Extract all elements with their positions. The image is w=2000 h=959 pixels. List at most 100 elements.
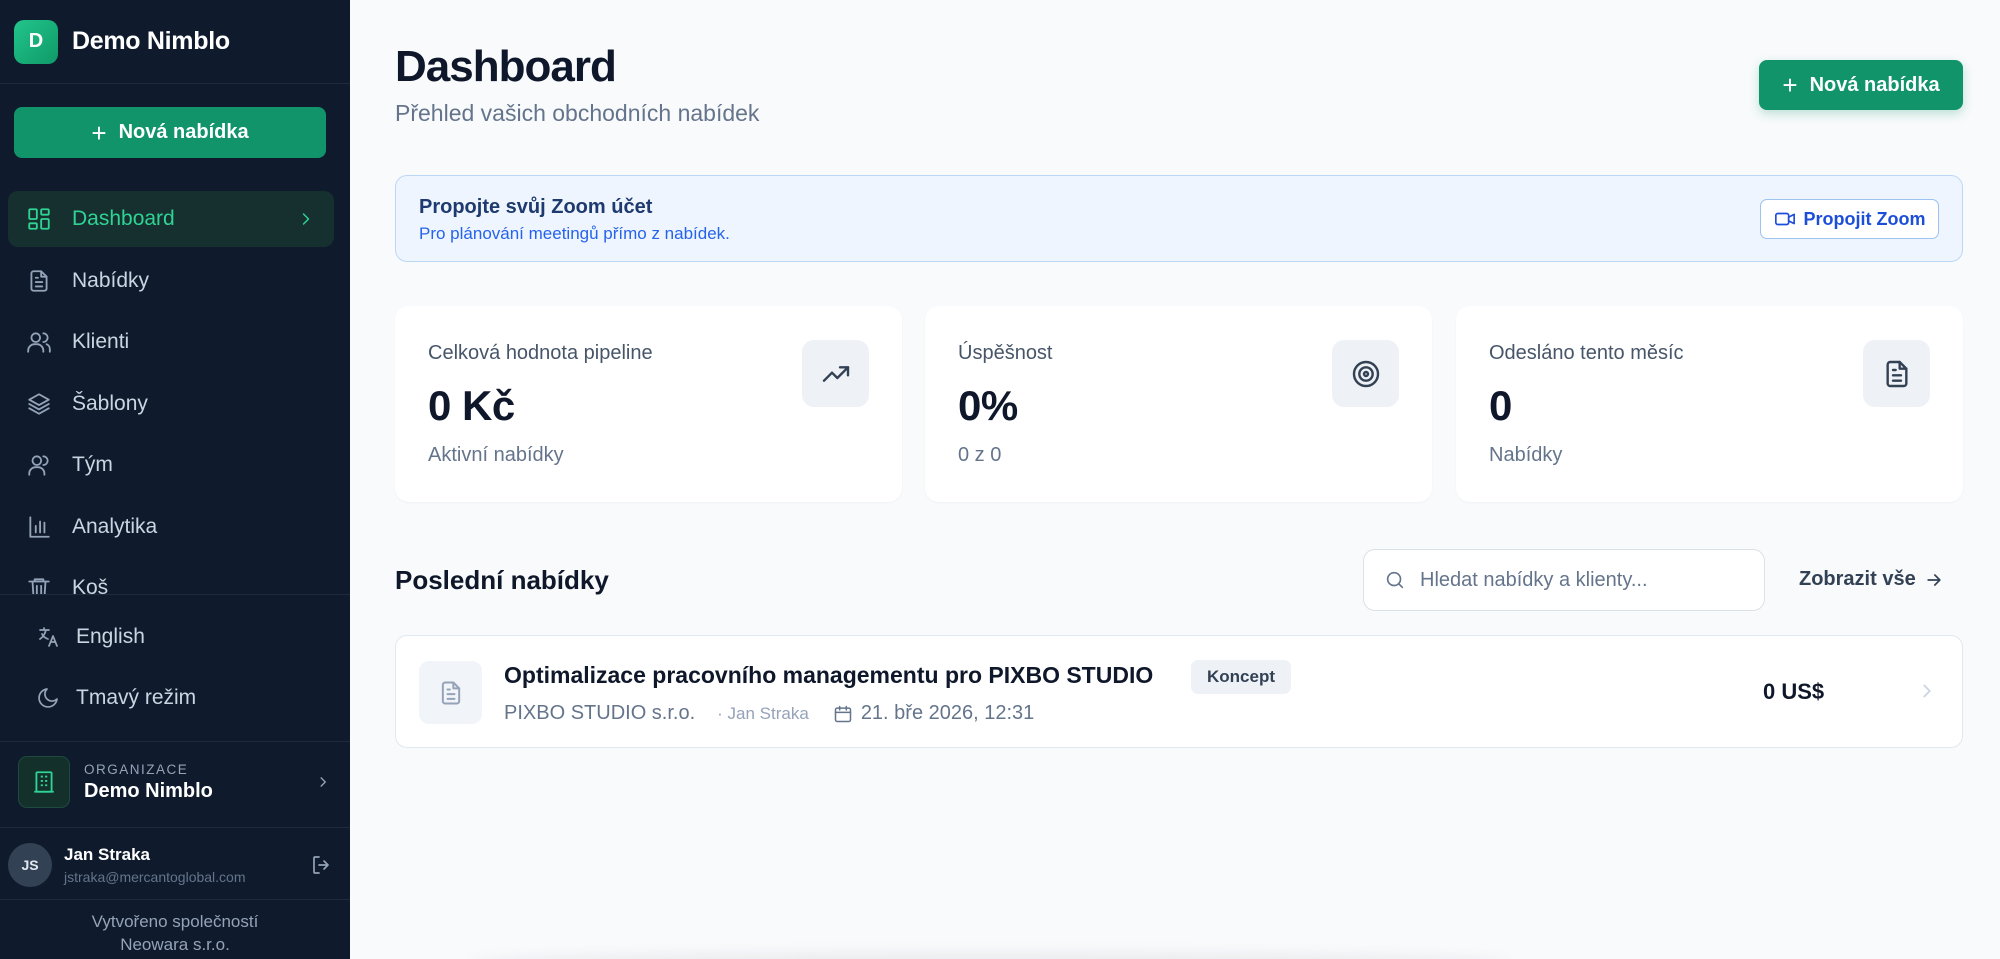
stat-note: Aktivní nabídky	[428, 444, 564, 466]
sidebar-new-offer-button[interactable]: + Nová nabídka	[14, 107, 326, 158]
stat-label: Úspěšnost	[958, 342, 1053, 364]
organization-name: Demo Nimblo	[84, 779, 213, 802]
brand-logo: D	[14, 19, 58, 64]
offer-row[interactable]: Optimalizace pracovního managementu pro …	[395, 635, 1963, 748]
organization-caption: ORGANIZACE	[84, 761, 189, 777]
offer-date: 21. bře 2026, 12:31	[833, 702, 1034, 725]
stat-label: Celková hodnota pipeline	[428, 342, 653, 364]
offer-title: Optimalizace pracovního managementu pro …	[504, 662, 1154, 688]
sidebar: D Demo Nimblo + Nová nabídka Dashboard N…	[0, 0, 350, 959]
view-all-label: Zobrazit vše	[1799, 568, 1916, 590]
stat-note: 0 z 0	[958, 444, 1002, 466]
offer-price: 0 US$	[1763, 679, 1825, 704]
plus-icon: +	[1782, 70, 1798, 100]
offer-client: PIXBO STUDIO s.r.o.	[504, 702, 696, 724]
chevron-right-icon	[1923, 684, 1931, 698]
offer-author: · Jan Straka	[717, 703, 809, 723]
team-icon	[28, 455, 49, 476]
credit: Vytvořeno společností Neowara s.r.o.	[0, 910, 350, 956]
offer-meta: PIXBO STUDIO s.r.o. · Jan Straka 21. bře…	[504, 702, 1034, 725]
calendar-icon	[834, 705, 852, 722]
sidebar-new-offer-label: Nová nabídka	[118, 121, 249, 143]
users-icon	[27, 332, 51, 353]
dark-mode-label: Tmavý režim	[76, 686, 197, 709]
target-icon	[1332, 340, 1399, 407]
chevron-right-icon	[320, 777, 327, 787]
language-label: English	[76, 625, 145, 648]
stat-value: 0 Kč	[428, 382, 515, 429]
sidebar-divider	[0, 594, 350, 595]
page-subtitle: Přehled vašich obchodních nabídek	[395, 100, 760, 126]
sidebar-item-analytika[interactable]: Analytika	[8, 499, 334, 555]
arrow-right-icon	[1927, 573, 1941, 586]
zoom-banner: Propojte svůj Zoom účet Pro plánování me…	[395, 175, 1963, 262]
document-icon	[30, 269, 48, 292]
stat-label: Odesláno tento měsíc	[1489, 342, 1684, 364]
sidebar-item-label: Dashboard	[72, 207, 175, 230]
logout-icon[interactable]	[310, 853, 334, 877]
stat-value: 0%	[958, 382, 1018, 429]
search-icon	[1386, 571, 1404, 589]
sidebar-item-label: Šablony	[72, 391, 148, 415]
sidebar-divider	[0, 827, 350, 828]
status-badge: Koncept	[1191, 660, 1291, 694]
bar-chart-icon	[29, 515, 50, 538]
sidebar-item-tym[interactable]: Tým	[8, 437, 334, 493]
user-email: jstraka@mercantoglobal.com	[64, 869, 246, 885]
view-all-link[interactable]: Zobrazit vše	[1799, 568, 1944, 591]
credit-line: Vytvořeno společností	[91, 912, 259, 931]
sidebar-item-label: Nabídky	[72, 268, 150, 292]
sidebar-item-label: Analytika	[72, 514, 158, 538]
video-icon	[1774, 212, 1795, 226]
sidebar-item-sablony[interactable]: Šablony	[8, 376, 334, 432]
document-icon	[419, 661, 482, 724]
trending-up-icon	[802, 340, 869, 407]
page-title: Dashboard	[395, 42, 617, 91]
bottom-shadow	[470, 952, 1510, 959]
plus-icon: +	[91, 117, 107, 148]
translate-icon	[39, 627, 58, 647]
avatar: JS	[8, 843, 52, 887]
sidebar-divider	[0, 741, 350, 742]
search-box	[1363, 549, 1765, 611]
sidebar-item-nabidky[interactable]: Nabídky	[8, 253, 334, 309]
new-offer-label: Nová nabídka	[1809, 73, 1940, 96]
sidebar-divider	[0, 899, 350, 900]
stat-note: Nabídky	[1489, 444, 1563, 466]
recent-offers-title: Poslední nabídky	[395, 565, 609, 595]
offer-date-text: 21. bře 2026, 12:31	[860, 702, 1035, 724]
organization-switcher[interactable]: ORGANIZACE Demo Nimblo	[18, 756, 332, 808]
chevron-right-icon	[302, 213, 310, 225]
sidebar-item-label: Tým	[72, 453, 113, 476]
stat-card-pipeline: Celková hodnota pipeline 0 Kč Aktivní na…	[395, 306, 902, 502]
connect-zoom-label: Propojit Zoom	[1803, 208, 1926, 229]
zoom-banner-title: Propojte svůj Zoom účet	[419, 196, 653, 218]
document-icon	[1863, 340, 1930, 407]
sidebar-item-kos[interactable]: Koš	[8, 560, 334, 594]
stat-card-sent-this-month: Odesláno tento měsíc 0 Nabídky	[1456, 306, 1963, 502]
sidebar-item-label: Klienti	[72, 330, 130, 353]
sidebar-nav: Dashboard Nabídky Klienti Šablony Tým An…	[8, 191, 334, 594]
sidebar-item-klienti[interactable]: Klienti	[8, 314, 334, 370]
layers-icon	[28, 392, 50, 415]
building-icon	[18, 756, 70, 808]
stat-value: 0	[1489, 382, 1512, 429]
sidebar-item-dashboard[interactable]: Dashboard	[8, 191, 334, 247]
user-profile: JS Jan Straka jstraka@mercantoglobal.com	[8, 843, 334, 887]
search-input[interactable]	[1420, 568, 1740, 592]
language-switch[interactable]: English	[36, 625, 145, 649]
main-content: Dashboard Přehled vašich obchodních nabí…	[350, 0, 2000, 959]
new-offer-button[interactable]: + Nová nabídka	[1759, 60, 1963, 110]
trash-icon	[28, 578, 50, 594]
sidebar-item-label: Koš	[72, 576, 109, 594]
user-name: Jan Straka	[64, 845, 150, 864]
connect-zoom-button[interactable]: Propojit Zoom	[1760, 199, 1939, 239]
dashboard-icon	[28, 208, 50, 230]
stat-card-success-rate: Úspěšnost 0% 0 z 0	[925, 306, 1432, 502]
moon-icon	[38, 688, 58, 708]
brand-name: Demo Nimblo	[72, 27, 230, 55]
brand-header: D Demo Nimblo	[0, 0, 350, 84]
credit-company: Neowara s.r.o.	[120, 935, 230, 954]
dark-mode-toggle[interactable]: Tmavý režim	[36, 686, 196, 710]
zoom-banner-description: Pro plánování meetingů přímo z nabídek.	[419, 224, 730, 243]
